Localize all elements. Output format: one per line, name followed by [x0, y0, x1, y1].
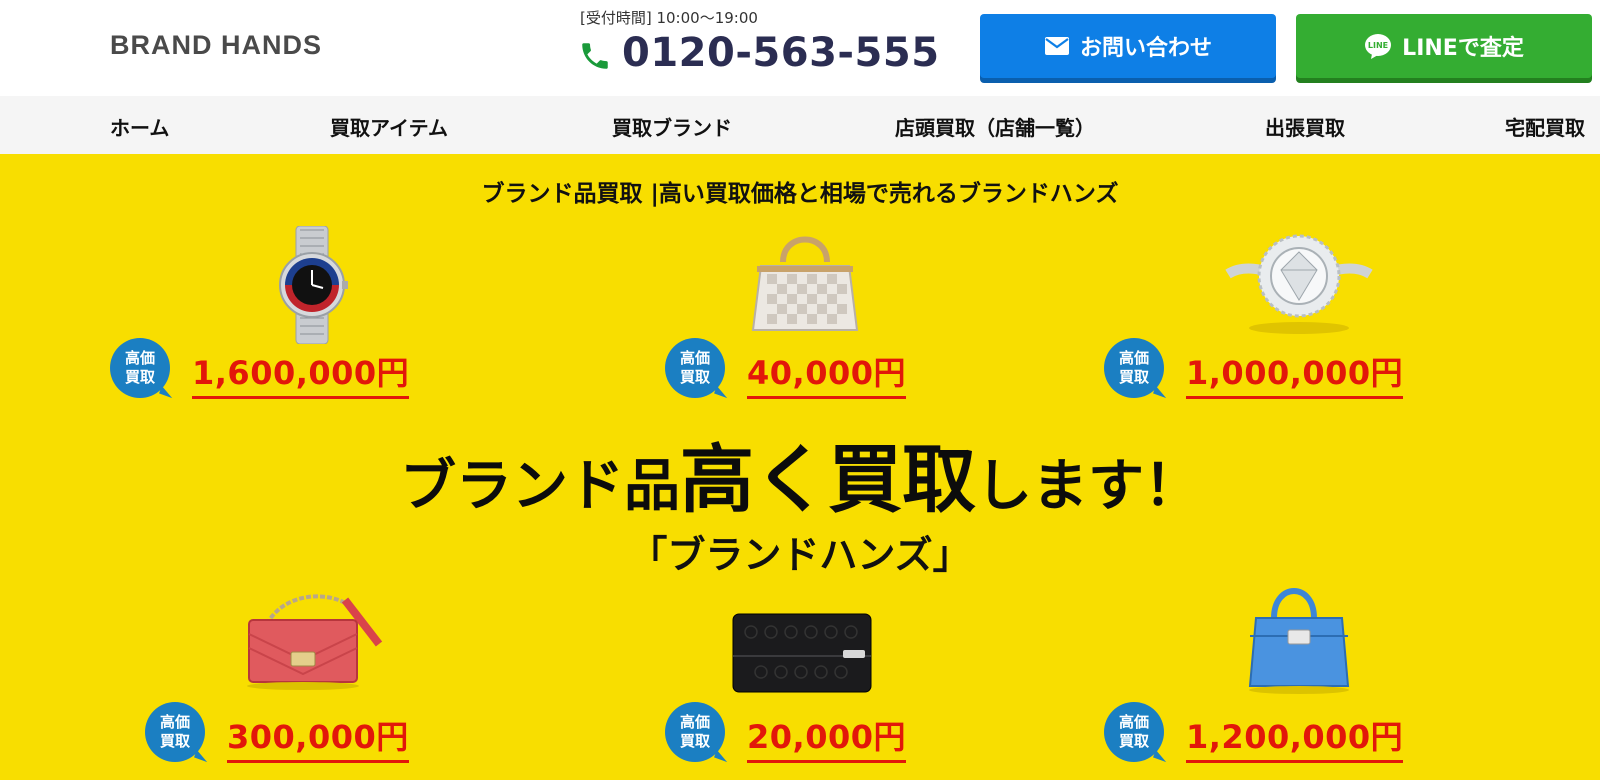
contact-button-label: お問い合わせ	[1079, 36, 1212, 61]
line-button-label: LINEで査定	[1402, 36, 1524, 61]
hero-brand-name: 「ブランドハンズ」	[629, 533, 971, 577]
contact-button[interactable]: お問い合わせ	[980, 14, 1276, 78]
line-icon: LINE	[1364, 33, 1392, 59]
nav-item-purchase-brands[interactable]: 買取ブランド	[612, 112, 732, 141]
product-price: 1,200,000円	[1186, 712, 1404, 763]
hero-catchphrase: ブランド品高く買取します！	[0, 420, 1600, 527]
badge-text-line1: 高価	[679, 713, 710, 731]
high-price-badge: 高価 買取	[145, 702, 205, 762]
phone-block[interactable]: 0120-563-555	[578, 30, 940, 76]
hero-subtitle: ブランド品買取 |高い買取価格と相場で売れるブランドハンズ	[481, 181, 1119, 207]
wallet-icon	[732, 613, 872, 693]
badge-text-line2: 買取	[1118, 732, 1149, 750]
line-assessment-button[interactable]: LINE LINEで査定	[1296, 14, 1592, 78]
product-price: 40,000円	[747, 348, 906, 399]
product-card[interactable]: 高価 買取 1,600,000円	[110, 226, 430, 416]
brand-logo[interactable]: BRAND HANDS	[110, 30, 322, 61]
high-price-badge: 高価 買取	[110, 338, 170, 398]
product-price: 20,000円	[747, 712, 906, 763]
nav-item-delivery-purchase[interactable]: 宅配買取	[1505, 112, 1585, 141]
catch-text-brand: ブランド品	[400, 454, 680, 519]
badge-text-line2: 買取	[159, 732, 190, 750]
watch-icon	[279, 226, 348, 344]
badge-text-line1: 高価	[159, 713, 190, 731]
badge-text-line2: 買取	[679, 368, 710, 386]
product-price: 300,000円	[227, 712, 409, 763]
badge-text-line2: 買取	[1118, 368, 1149, 386]
high-price-badge: 高価 買取	[665, 702, 725, 762]
product-price: 1,600,000円	[192, 348, 410, 399]
product-card[interactable]: 高価 買取 20,000円	[665, 590, 985, 780]
catch-text-highlight: 高く買取	[680, 437, 976, 523]
nav-item-home[interactable]: ホーム	[110, 112, 169, 141]
chain-bag-icon	[247, 594, 383, 690]
global-nav: ホーム 買取アイテム 買取ブランド 店頭買取（店舗一覧） 出張買取 宅配買取	[0, 96, 1600, 154]
phone-number[interactable]: 0120-563-555	[622, 30, 940, 76]
product-card[interactable]: 高価 買取 300,000円	[145, 590, 465, 780]
badge-text-line2: 買取	[124, 368, 155, 386]
badge-text-line1: 高価	[679, 349, 710, 367]
product-card[interactable]: 高価 買取 1,200,000円	[1104, 588, 1424, 780]
badge-text-line1: 高価	[124, 349, 155, 367]
svg-text:LINE: LINE	[1368, 41, 1388, 50]
phone-icon	[582, 43, 608, 69]
product-price: 1,000,000円	[1186, 348, 1404, 399]
nav-item-purchase-items[interactable]: 買取アイテム	[330, 112, 448, 141]
badge-text-line1: 高価	[1118, 349, 1149, 367]
catch-text-suffix: します！	[976, 454, 1200, 519]
product-card[interactable]: 高価 買取 1,000,000円	[1104, 226, 1424, 416]
mail-icon	[1044, 36, 1070, 56]
diamond-ring-icon	[1225, 234, 1373, 334]
site-header: BRAND HANDS [受付時間] 10:00～19:00 0120-563-…	[0, 0, 1600, 96]
nav-item-store-purchase[interactable]: 店頭買取（店舗一覧）	[895, 112, 1095, 141]
nav-item-visit-purchase[interactable]: 出張買取	[1265, 112, 1345, 141]
birkin-bag-icon	[1248, 588, 1350, 694]
business-hours: [受付時間] 10:00～19:00	[580, 9, 758, 27]
high-price-badge: 高価 買取	[665, 338, 725, 398]
product-card[interactable]: 高価 買取 40,000円	[665, 226, 985, 416]
badge-text-line2: 買取	[679, 732, 710, 750]
high-price-badge: 高価 買取	[1104, 702, 1164, 762]
high-price-badge: 高価 買取	[1104, 338, 1164, 398]
badge-text-line1: 高価	[1118, 713, 1149, 731]
handbag-icon	[751, 236, 859, 331]
hero-banner: ブランド品買取 |高い買取価格と相場で売れるブランドハンズ 高価 買取 1,60…	[0, 154, 1600, 780]
